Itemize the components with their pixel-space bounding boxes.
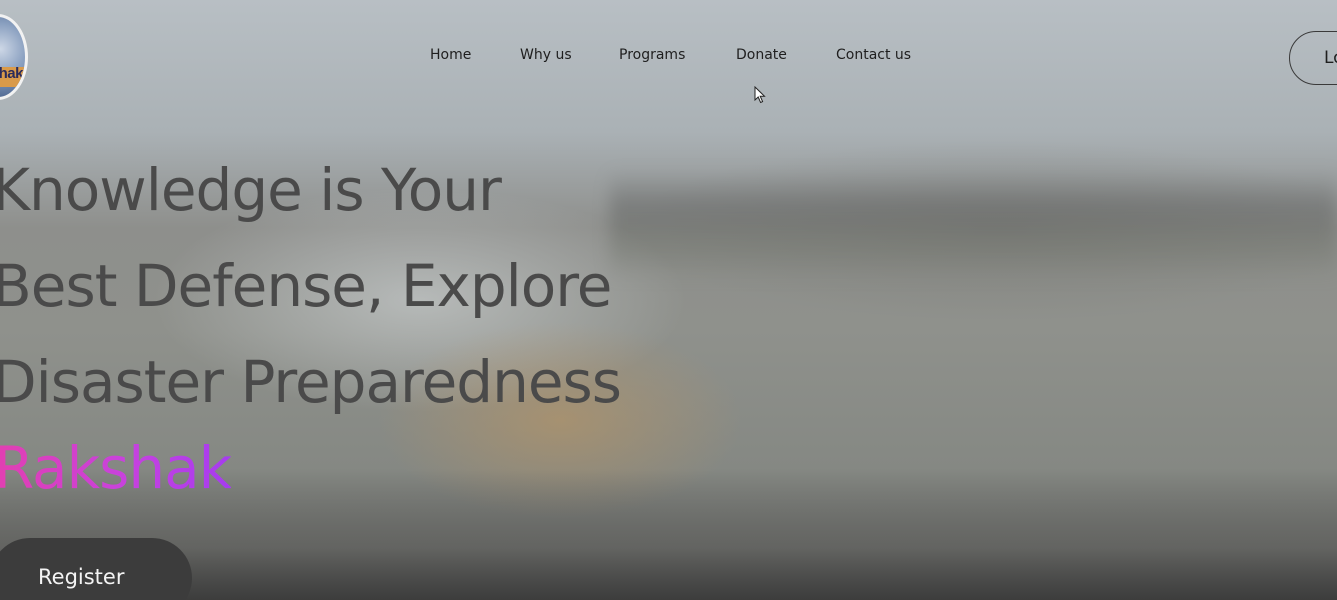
nav-donate[interactable]: Donate [736, 47, 787, 63]
nav-programs[interactable]: Programs [619, 47, 685, 63]
nav-contact-us[interactable]: Contact us [836, 47, 911, 63]
register-button-label: Register [38, 564, 125, 589]
headline-line-1: Knowledge is Your [0, 156, 502, 224]
hero-background-building [610, 170, 1337, 280]
headline-line-2: Best Defense, Explore [0, 252, 612, 320]
login-button[interactable]: Lo [1289, 31, 1337, 85]
nav-home[interactable]: Home [430, 47, 471, 63]
register-button[interactable]: Register [0, 538, 192, 600]
headline-line-3: Disaster Preparedness [0, 348, 622, 416]
hero-headline: Knowledge is Your Best Defense, Explore … [0, 142, 622, 430]
main-nav: Home Why us Programs Donate Contact us [0, 47, 1337, 69]
mouse-pointer-icon [754, 86, 766, 104]
nav-why-us[interactable]: Why us [520, 47, 572, 63]
brand-name: Rakshak [0, 430, 232, 506]
